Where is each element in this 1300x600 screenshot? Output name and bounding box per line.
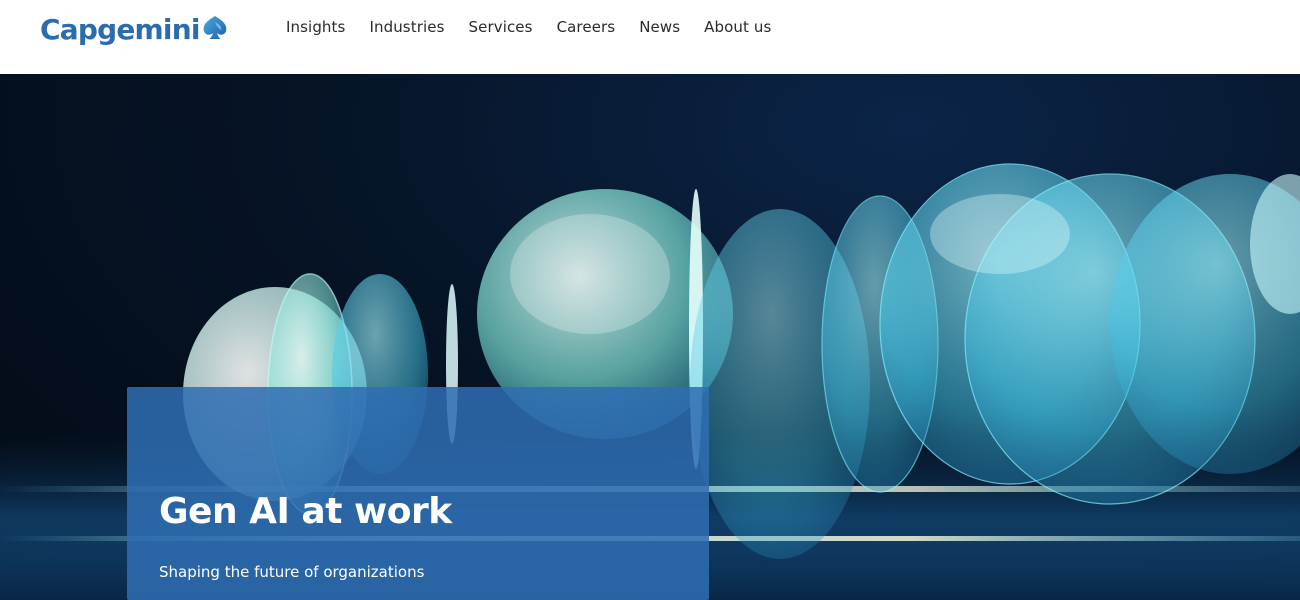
hero-banner: Gen AI at work Shaping the future of org…	[0, 74, 1300, 600]
capgemini-logo[interactable]: Capgemini	[40, 7, 229, 51]
nav-item-industries[interactable]: Industries	[369, 17, 444, 37]
main-navigation: Insights Industries Services Careers New…	[286, 17, 771, 37]
nav-item-about-us[interactable]: About us	[704, 17, 771, 37]
nav-item-news[interactable]: News	[639, 17, 680, 37]
nav-item-services[interactable]: Services	[469, 17, 533, 37]
logo-wordmark: Capgemini	[40, 12, 200, 46]
nav-item-careers[interactable]: Careers	[557, 17, 616, 37]
nav-item-insights[interactable]: Insights	[286, 17, 345, 37]
site-header: Capgemini Insights Industries Services C…	[0, 0, 1300, 74]
hero-title[interactable]: Gen AI at work	[159, 491, 452, 532]
spade-logo-icon	[203, 16, 226, 39]
hero-subtitle: Shaping the future of organizations	[159, 563, 425, 581]
hero-content-card: Gen AI at work Shaping the future of org…	[127, 387, 709, 600]
